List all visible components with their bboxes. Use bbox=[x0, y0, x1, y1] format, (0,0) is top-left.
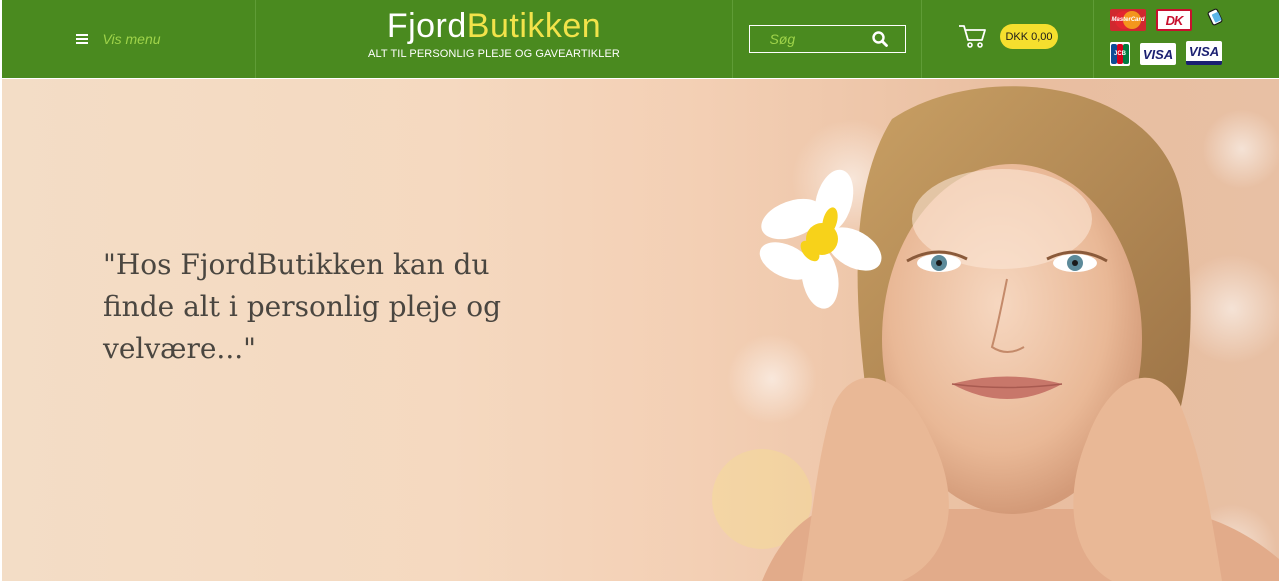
cart-icon[interactable] bbox=[958, 23, 988, 49]
cart-cell: DKK 0,00 bbox=[922, 0, 1094, 78]
mastercard-label: MasterCard bbox=[1111, 17, 1145, 23]
jcb-icon: JCB bbox=[1110, 42, 1130, 66]
hamburger-icon bbox=[76, 34, 89, 44]
visa-icon: VISA bbox=[1140, 43, 1176, 65]
search-cell bbox=[733, 0, 922, 78]
search-box bbox=[748, 25, 906, 53]
logo-text-butikken: Butikken bbox=[466, 7, 602, 45]
mastercard-icon: MasterCard bbox=[1110, 9, 1146, 31]
payment-cards-grid: MasterCard DK JCB VISA VISA bbox=[1110, 7, 1226, 67]
search-icon[interactable] bbox=[871, 30, 889, 48]
cart-total-badge[interactable]: DKK 0,00 bbox=[1000, 24, 1058, 49]
visa-label: VISA bbox=[1142, 46, 1174, 62]
visa-electron-label: VISA bbox=[1188, 43, 1220, 59]
page: Vis menu FjordButikken ALT TIL PERSONLIG… bbox=[0, 0, 1281, 583]
menu-toggle-button[interactable]: Vis menu bbox=[76, 31, 161, 47]
site-header: Vis menu FjordButikken ALT TIL PERSONLIG… bbox=[2, 0, 1279, 78]
mobilepay-icon bbox=[1206, 7, 1226, 29]
dankort-icon: DK bbox=[1156, 9, 1192, 31]
site-tagline: ALT TIL PERSONLIG PLEJE OG GAVEARTIKLER bbox=[368, 48, 620, 60]
logo-text-fjord: Fjord bbox=[386, 7, 467, 45]
logo-cell: FjordButikken ALT TIL PERSONLIG PLEJE OG… bbox=[256, 0, 733, 78]
site-logo[interactable]: FjordButikken bbox=[256, 6, 732, 46]
hero-banner: "Hos FjordButikken kan du finde alt i pe… bbox=[2, 79, 1279, 581]
search-input[interactable] bbox=[769, 31, 860, 47]
jcb-label: JCB bbox=[1113, 51, 1126, 57]
payment-methods: MasterCard DK JCB VISA VISA bbox=[1094, 0, 1279, 78]
menu-label: Vis menu bbox=[102, 31, 161, 47]
menu-cell: Vis menu bbox=[2, 0, 256, 78]
visa-electron-icon: VISA bbox=[1186, 41, 1222, 65]
dankort-label: DK bbox=[1165, 12, 1184, 28]
hero-quote: "Hos FjordButikken kan du finde alt i pe… bbox=[103, 248, 502, 365]
